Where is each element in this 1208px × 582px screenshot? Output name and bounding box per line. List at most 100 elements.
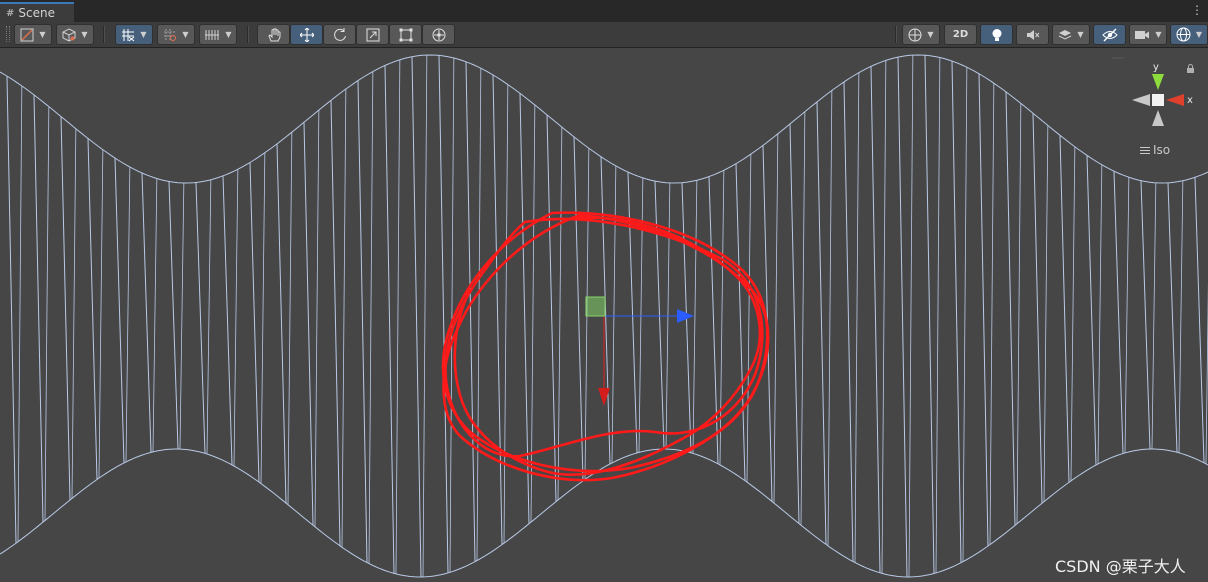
snap-increment-icon (164, 28, 177, 41)
lighting-toggle-button[interactable] (980, 24, 1013, 45)
gizmo-neg-x-cone[interactable] (1132, 94, 1150, 106)
mesh-diagonal-line (692, 180, 698, 454)
rotate-icon (333, 27, 346, 41)
gizmo-neg-y-cone[interactable] (1152, 110, 1164, 126)
lock-icon[interactable] (1187, 64, 1194, 74)
move-tool-button[interactable] (290, 24, 323, 45)
mesh-edge-line (168, 181, 179, 450)
chevron-down-icon: ▼ (1195, 30, 1203, 39)
mesh-edge-line (195, 182, 206, 454)
mesh-diagonal-line (71, 128, 77, 499)
chevron-down-icon: ▼ (1077, 30, 1084, 39)
mesh-diagonal-line (44, 106, 50, 521)
wave-mesh-top-edge (0, 54, 1208, 184)
mesh-edge-line (1059, 135, 1070, 483)
mesh-edge-line (384, 65, 395, 574)
transform-tool-button[interactable] (422, 24, 455, 45)
mesh-edge-line (33, 94, 44, 523)
mesh-diagonal-line (260, 152, 266, 484)
mesh-edge-line (1194, 177, 1205, 463)
mesh-diagonal-line (503, 84, 509, 544)
draw-mode-dropdown[interactable]: ▼ (14, 24, 52, 45)
mesh-diagonal-line (719, 170, 725, 465)
cube-icon (62, 27, 76, 42)
globe-icon (908, 28, 922, 41)
mesh-diagonal-line (908, 55, 914, 578)
mesh-edge-line (276, 143, 287, 504)
chevron-down-icon: ▼ (140, 30, 147, 39)
hand-icon (267, 27, 280, 41)
camera-icon (1135, 30, 1150, 39)
mesh-edge-line (1113, 171, 1124, 454)
mesh-diagonal-line (746, 154, 752, 483)
mesh-diagonal-line (449, 57, 455, 573)
grid-snap-icon (122, 28, 135, 41)
chevron-down-icon: ▼ (927, 30, 934, 39)
chevron-down-icon: ▼ (1155, 30, 1162, 39)
gizmo-x-cone[interactable] (1166, 94, 1184, 106)
mesh-diagonal-line (314, 110, 320, 527)
gizmo-center-cube[interactable] (1152, 94, 1164, 106)
mesh-edge-line (735, 163, 746, 481)
mesh-edge-line (816, 101, 827, 545)
chevron-down-icon: ▼ (39, 30, 46, 39)
mesh-edge-line (114, 158, 125, 463)
camera-dropdown[interactable]: ▼ (1129, 24, 1167, 45)
2d-toggle-button[interactable]: 2D (944, 24, 977, 45)
render-mode-dropdown[interactable]: ▼ (56, 24, 94, 45)
mesh-edge-line (222, 175, 233, 465)
mesh-diagonal-line (422, 55, 428, 578)
audio-mute-icon (1026, 29, 1039, 40)
layers-icon (1059, 29, 1072, 40)
hidden-objects-toggle[interactable] (1093, 24, 1126, 45)
hand-tool-button[interactable] (257, 24, 290, 45)
toolbar-separator (103, 26, 104, 43)
scale-tool-button[interactable] (356, 24, 389, 45)
grid-plane-dropdown[interactable]: ▼ (199, 24, 237, 45)
audio-toggle-button[interactable] (1016, 24, 1049, 45)
rotate-tool-button[interactable] (323, 24, 356, 45)
mesh-edge-line (60, 116, 71, 501)
mesh-edge-line (411, 56, 422, 578)
grid-snap-dropdown[interactable]: ▼ (115, 24, 153, 45)
mesh-edge-line (573, 136, 584, 481)
scene-toolbar: ▼ ▼ ▼ ▼ ▼ ▼ 2D ▼ ▼ ▼ (0, 22, 1208, 48)
mesh-edge-line (330, 100, 341, 546)
gizmo-y-label: y (1153, 62, 1159, 73)
axis-z-arrowhead[interactable] (677, 309, 694, 323)
draw-mode-icon (20, 28, 34, 41)
projection-toggle[interactable]: Iso (1140, 143, 1170, 157)
kebab-menu-icon[interactable]: ⋮ (1191, 3, 1203, 17)
rect-tool-button[interactable] (389, 24, 422, 45)
mesh-edge-line (789, 123, 800, 524)
rect-icon (399, 28, 412, 41)
mesh-diagonal-line (773, 133, 779, 504)
mesh-edge-line (897, 57, 908, 578)
effects-dropdown[interactable]: ▼ (1052, 24, 1090, 45)
gizmos-dropdown[interactable]: ▼ (1170, 24, 1208, 45)
mesh-diagonal-line (1016, 103, 1022, 524)
mesh-diagonal-line (1070, 146, 1076, 481)
gizmo-orientation-dropdown[interactable]: ▼ (902, 24, 940, 45)
tab-scene[interactable]: # Scene (0, 2, 74, 22)
mesh-diagonal-line (935, 57, 941, 573)
gizmo-y-cone[interactable] (1152, 74, 1164, 90)
mesh-diagonal-line (17, 85, 23, 542)
mesh-diagonal-line (233, 169, 239, 467)
watermark: CSDN @栗子大人 (1055, 557, 1186, 576)
plane-handle[interactable] (585, 296, 606, 317)
scene-viewport[interactable] (0, 48, 1208, 582)
mesh-diagonal-line (1178, 180, 1184, 453)
mesh-diagonal-line (530, 104, 536, 523)
mesh-edge-line (1005, 91, 1016, 526)
mesh-diagonal-line (179, 182, 185, 450)
transform-icon (432, 28, 445, 41)
mesh-edge-line (1167, 182, 1178, 453)
eye-hidden-icon (1101, 28, 1118, 41)
gizmo-x-label: x (1187, 95, 1193, 106)
mesh-diagonal-line (1151, 182, 1157, 450)
increment-snap-dropdown[interactable]: ▼ (157, 24, 195, 45)
mesh-edge-line (627, 172, 638, 453)
mesh-diagonal-line (638, 177, 644, 453)
chevron-down-icon: ▼ (182, 30, 189, 39)
